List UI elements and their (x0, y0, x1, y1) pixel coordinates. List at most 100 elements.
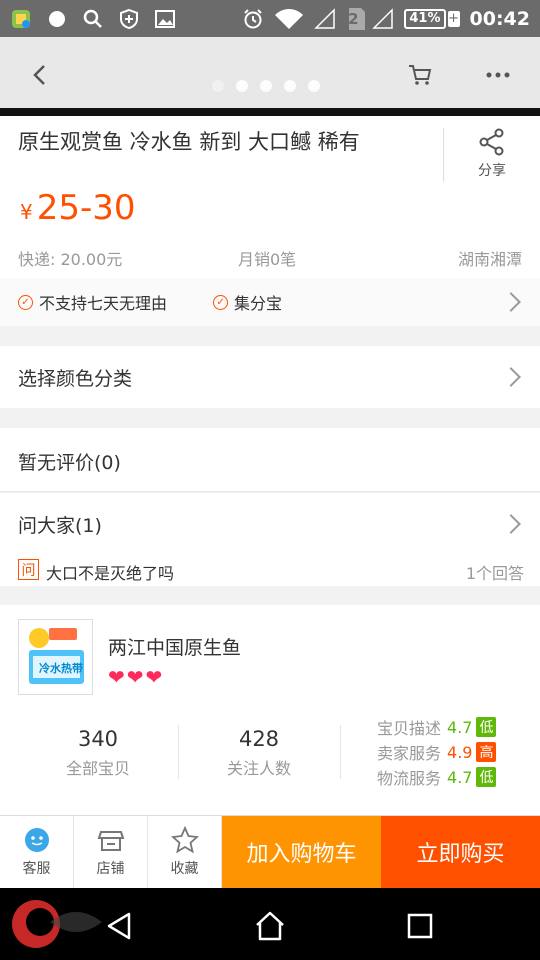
square-recents-icon (407, 913, 433, 939)
question-text[interactable]: 大口不是灭绝了吗 (46, 560, 174, 584)
back-button[interactable] (22, 57, 58, 93)
app-notification-icon (10, 8, 32, 30)
stat-value: 340 (77, 727, 119, 751)
system-back-button[interactable] (96, 902, 144, 950)
chevron-right-icon (501, 514, 521, 534)
shop-label: 店铺 (96, 861, 125, 877)
product-title: 原生观赏鱼 冷水鱼 新到 大口鳡 稀有 (18, 130, 360, 154)
customer-service-button[interactable]: 客服 (0, 816, 74, 888)
price: ¥ 25-30 (20, 188, 136, 228)
score-label: 物流服务 (377, 769, 442, 788)
service-item-points: ✓ 集分宝 (213, 290, 282, 314)
score-logistics: 物流服务 4.7 低 (377, 765, 497, 789)
score-level-badge: 低 (476, 767, 497, 787)
score-value: 4.7 (447, 717, 473, 737)
stat-total-items[interactable]: 340 全部宝贝 (38, 727, 158, 779)
clock: 00:42 (469, 7, 530, 30)
alarm-icon (242, 8, 264, 30)
carousel-dot[interactable] (260, 80, 272, 92)
share-label: 分享 (478, 163, 506, 179)
chevron-right-icon (501, 292, 521, 312)
divider (340, 725, 341, 779)
score-value: 4.7 (447, 767, 473, 787)
sim-number: 2 (348, 9, 359, 28)
shop-name[interactable]: 两江中国原生鱼 (108, 633, 241, 660)
sku-selector-label: 选择颜色分类 (18, 368, 133, 390)
customer-service-label: 客服 (22, 861, 51, 877)
location: 湖南湘潭 (457, 250, 522, 269)
circle-notification-icon (46, 8, 68, 30)
divider (178, 725, 179, 779)
system-home-button[interactable] (246, 902, 294, 950)
stat-label: 关注人数 (226, 759, 291, 778)
share-icon (479, 128, 504, 156)
battery-level: 41% (409, 11, 441, 26)
shipping-fee: 快递: 20.00元 (18, 250, 123, 269)
product-image-carousel[interactable] (0, 37, 540, 109)
shop-logo[interactable]: 冷水热带 (18, 619, 93, 695)
share-button[interactable]: 分享 (443, 128, 540, 182)
image-icon (154, 8, 176, 30)
shop-logo-image (19, 620, 92, 694)
shop-rating-hearts: ❤ ❤ ❤ (108, 667, 162, 687)
score-value: 4.9 (447, 742, 473, 762)
carousel-dot[interactable] (236, 80, 248, 92)
search-notification-icon (82, 8, 104, 30)
store-icon (97, 831, 124, 851)
wifi-icon (274, 8, 304, 30)
score-description: 宝贝描述 4.7 低 (377, 715, 497, 739)
more-dots-icon (486, 72, 510, 78)
chevron-left-icon (33, 65, 45, 85)
charging-icon: + (447, 10, 460, 27)
chevron-right-icon (501, 367, 521, 387)
service-item-return-policy: ✓ 不支持七天无理由 (18, 290, 167, 314)
cart-button[interactable] (402, 57, 438, 93)
triangle-back-icon (107, 912, 131, 940)
more-button[interactable] (480, 57, 516, 93)
heart-icon: ❤ (108, 665, 125, 689)
monthly-sales: 月销0笔 (238, 250, 297, 269)
status-bar: 2 41% + 00:42 (0, 0, 540, 37)
buy-now-button[interactable]: 立即购买 (381, 816, 540, 888)
heart-icon: ❤ (145, 665, 163, 689)
system-nav-bar (0, 888, 540, 960)
qa-section[interactable]: 问大家(1) 问 大口不是灭绝了吗 1个回答 (0, 493, 540, 586)
bottom-action-bar: 客服 店铺 收藏 加入购物车 立即购买 (0, 815, 540, 888)
product-info: 原生观赏鱼 冷水鱼 新到 大口鳡 稀有 分享 ¥ 25-30 快递: 20.00… (0, 116, 540, 326)
home-icon (256, 911, 284, 941)
system-recents-button[interactable] (396, 902, 444, 950)
stat-followers[interactable]: 428 关注人数 (199, 727, 319, 779)
score-label: 宝贝描述 (377, 719, 442, 738)
favorite-label: 收藏 (170, 861, 199, 877)
service-row[interactable]: ✓ 不支持七天无理由 ✓ 集分宝 (0, 278, 540, 326)
score-level-badge: 高 (476, 742, 497, 762)
chat-face-icon (24, 828, 49, 852)
stat-value: 428 (238, 727, 280, 751)
reviews-section[interactable]: 暂无评价(0) (0, 428, 540, 492)
heart-icon: ❤ (126, 665, 144, 689)
divider (0, 108, 540, 116)
question-badge: 问 (18, 559, 39, 580)
service-label: 不支持七天无理由 (39, 294, 168, 313)
answer-count: 1个回答 (465, 564, 524, 583)
carousel-dot[interactable] (212, 80, 224, 92)
check-circle-icon: ✓ (18, 294, 33, 310)
score-label: 卖家服务 (377, 744, 442, 763)
shop-logo-text: 冷水热带 (39, 662, 83, 675)
check-circle-icon: ✓ (213, 294, 229, 310)
carousel-dot[interactable] (284, 80, 296, 92)
add-to-cart-button[interactable]: 加入购物车 (222, 816, 381, 888)
carousel-dot[interactable] (308, 80, 320, 92)
service-label: 集分宝 (234, 294, 283, 313)
shop-section: 冷水热带 两江中国原生鱼 ❤ ❤ ❤ 340 全部宝贝 428 关注人数 宝贝描… (0, 605, 540, 815)
signal-icon-1 (314, 7, 336, 30)
sku-selector[interactable]: 选择颜色分类 (0, 346, 540, 408)
shield-icon (118, 8, 140, 30)
cart-icon (409, 65, 432, 85)
price-value: 25-30 (36, 188, 136, 228)
watermark-logo (6, 892, 106, 956)
score-level-badge: 低 (476, 717, 497, 737)
shop-button[interactable]: 店铺 (74, 816, 148, 888)
favorite-button[interactable]: 收藏 (148, 816, 222, 888)
stat-label: 全部宝贝 (65, 759, 130, 778)
